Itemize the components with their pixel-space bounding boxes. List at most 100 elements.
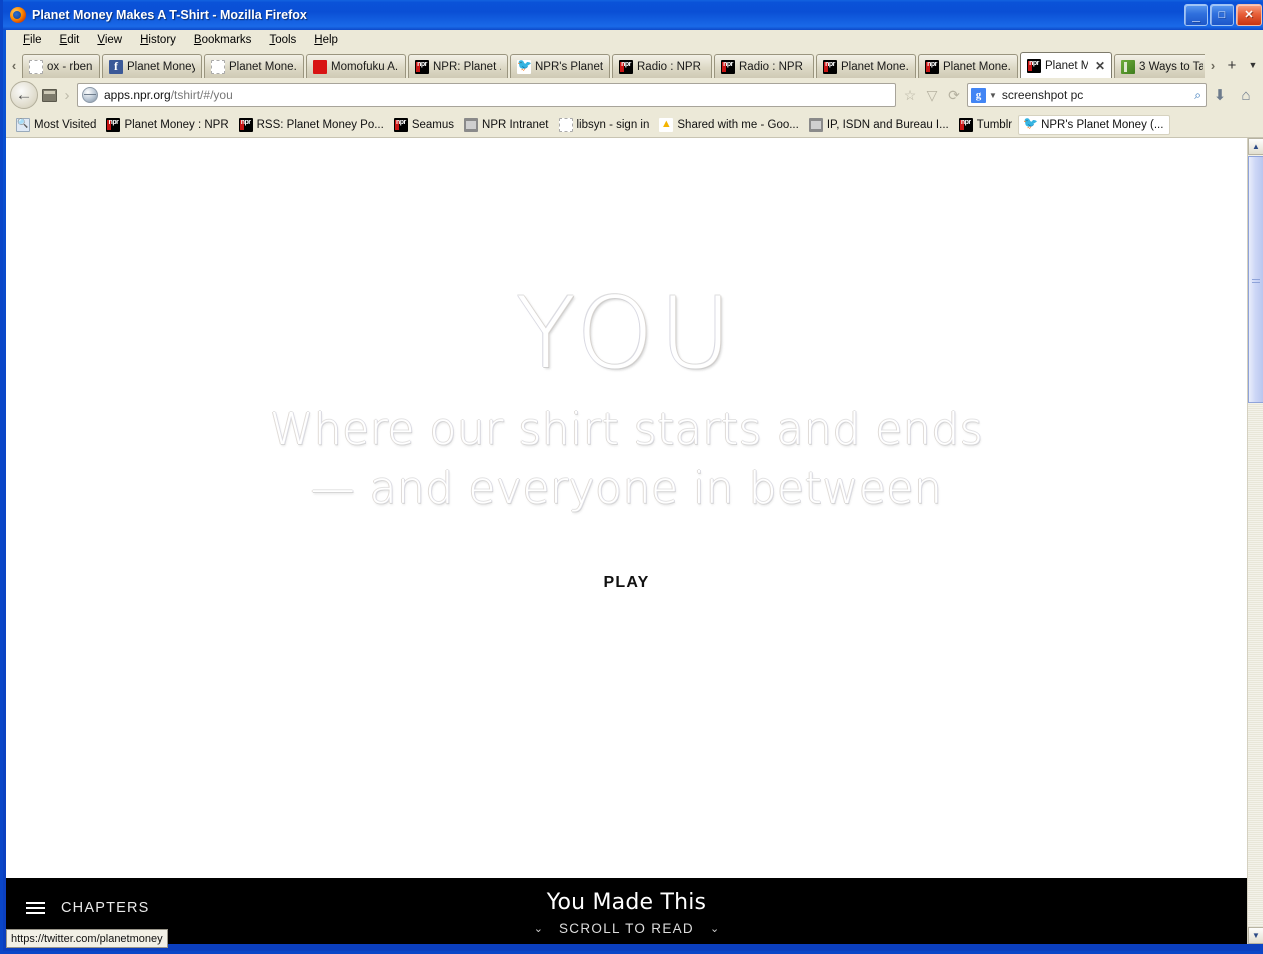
tab-label: Planet Mone... [943,60,1011,73]
blank-favicon-icon [211,59,225,74]
page-subhead: Where our shirt starts and ends — and ev… [269,404,984,514]
search-query-text: screenshpot pc [1001,88,1084,102]
tab[interactable]: Planet Mone... [816,54,916,78]
chapter-title: You Made This [546,890,707,915]
search-go-icon[interactable]: ⌕ [1194,88,1201,103]
menu-item-edit[interactable]: Edit [51,32,89,48]
tab[interactable]: NPR's Planet ... [510,54,610,78]
bookmark-item[interactable]: Most Visited [12,116,102,134]
tab-label: Radio : NPR [637,60,701,73]
hero-section: YOU Where our shirt starts and ends — an… [6,138,1247,878]
tab[interactable]: Radio : NPR [714,54,814,78]
history-icon [41,88,57,102]
chevron-down-right-icon: ⌄ [710,923,720,935]
menu-item-view[interactable]: View [88,32,131,48]
browser-window: Planet Money Makes A T-Shirt - Mozilla F… [0,0,1263,954]
tab-close-icon[interactable]: ✕ [1095,59,1105,73]
menu-item-history[interactable]: History [131,32,185,48]
feed-subscribe-icon[interactable]: ▽ [921,83,943,107]
scroll-to-read-row[interactable]: ⌄ SCROLL TO READ ⌄ [6,921,1247,936]
search-input[interactable]: g ▼ screenshpot pc ⌕ [967,83,1207,107]
tab-scroll-right-icon[interactable]: › [1205,52,1221,78]
tab-label: Planet Mo... [1045,59,1088,72]
minimize-button[interactable]: _ [1184,4,1208,26]
tab[interactable]: Radio : NPR [612,54,712,78]
chapter-center-group: You Made This ⌄ SCROLL TO READ ⌄ [6,890,1247,936]
tab-scroll-left-icon[interactable]: ‹ [6,52,22,78]
forward-button[interactable]: › [60,81,74,109]
npr-favicon-icon [925,59,939,74]
tab-label: NPR's Planet ... [535,60,603,73]
tab[interactable]: Momofuku A... [306,54,406,78]
chapter-bar: CHAPTERS You Made This ⌄ SCROLL TO READ … [6,878,1247,944]
bookmark-item[interactable]: Tumblr [955,116,1018,134]
address-bar[interactable]: apps.npr.org/tshirt/#/you [77,83,896,107]
bookmark-item[interactable]: IP, ISDN and Bureau I... [805,116,955,134]
blank-favicon-icon [29,59,43,74]
npr-favicon-icon [415,59,429,74]
bookmark-label: libsyn - sign in [576,118,650,131]
scroll-down-button[interactable]: ▼ [1248,927,1263,944]
firefox-logo-icon [10,7,26,23]
home-button[interactable]: ⌂ [1233,82,1259,108]
tab[interactable]: Planet Mone... [204,54,304,78]
menu-item-file[interactable]: File [14,32,51,48]
npr-favicon-icon [393,117,408,132]
close-icon: ✕ [1244,8,1254,21]
status-bar: https://twitter.com/planetmoney [6,929,168,948]
menu-item-help[interactable]: Help [305,32,347,48]
bookmark-star-icon[interactable]: ☆ [899,83,921,107]
bookmark-label: NPR's Planet Money (... [1041,118,1164,131]
tab-strip: ‹ ox - rben... Planet Money Planet Mone...… [6,50,1263,78]
tab[interactable]: NPR: Planet ... [408,54,508,78]
google-engine-icon: g [971,87,986,103]
npr-favicon-icon [238,117,253,132]
bookmark-label: IP, ISDN and Bureau I... [826,118,949,131]
forward-arrow-icon: › [64,86,70,104]
tab-label: Planet Money [127,60,195,73]
bookmark-item[interactable]: NPR's Planet Money (... [1018,114,1171,135]
tab[interactable]: 3 Ways to Ta... [1114,54,1205,78]
maximize-button[interactable]: □ [1210,4,1234,26]
tab-active[interactable]: Planet Mo... ✕ [1020,52,1112,78]
bookmark-item[interactable]: RSS: Planet Money Po... [235,116,390,134]
red-square-favicon-icon [313,59,327,74]
magnify-favicon-icon [16,117,30,132]
tab-list: ox - rben... Planet Money Planet Mone... Mo… [22,50,1205,78]
menu-item-tools[interactable]: Tools [260,32,305,48]
maximize-icon: □ [1218,8,1226,21]
new-tab-button[interactable]: + [1221,52,1243,78]
url-text: apps.npr.org/tshirt/#/you [104,88,233,102]
chevron-down-left-icon: ⌄ [533,923,543,935]
title-bar: Planet Money Makes A T-Shirt - Mozilla F… [3,0,1263,30]
vertical-scrollbar[interactable]: ▲ ▼ [1247,138,1263,944]
bookmark-item[interactable]: Seamus [390,116,460,134]
bookmark-item[interactable]: Planet Money : NPR [102,116,234,134]
tab-label: ox - rben... [47,60,93,73]
back-button[interactable]: ← [10,81,38,109]
site-identity-globe-icon [82,87,98,103]
tab[interactable]: Planet Mone... [918,54,1018,78]
close-button[interactable]: ✕ [1236,4,1262,26]
downloads-button[interactable]: ⬇ [1207,82,1233,108]
scroll-up-button[interactable]: ▲ [1248,138,1263,155]
history-dropdown-button[interactable] [38,84,60,106]
scrollbar-thumb[interactable] [1248,156,1263,403]
npr-favicon-icon [721,59,735,74]
play-button[interactable]: PLAY [603,574,649,592]
green-favicon-icon [1121,59,1135,74]
tab-list-dropdown-icon[interactable]: ▼ [1243,52,1263,78]
bookmark-item[interactable]: NPR Intranet [460,116,554,134]
bookmark-item[interactable]: Shared with me - Goo... [655,116,804,134]
npr-favicon-icon [823,59,837,74]
search-engine-caret-icon[interactable]: ▼ [989,91,997,100]
menu-item-bookmarks[interactable]: Bookmarks [185,32,261,48]
npr-favicon-icon [106,117,121,132]
bookmark-label: NPR Intranet [482,118,549,131]
reload-icon[interactable]: ⟳ [943,83,965,107]
tab[interactable]: ox - rben... [22,54,100,78]
bookmark-item[interactable]: libsyn - sign in [555,116,656,134]
window-title: Planet Money Makes A T-Shirt - Mozilla F… [32,8,307,22]
gray-favicon-icon [808,117,823,132]
tab[interactable]: Planet Money [102,54,202,78]
